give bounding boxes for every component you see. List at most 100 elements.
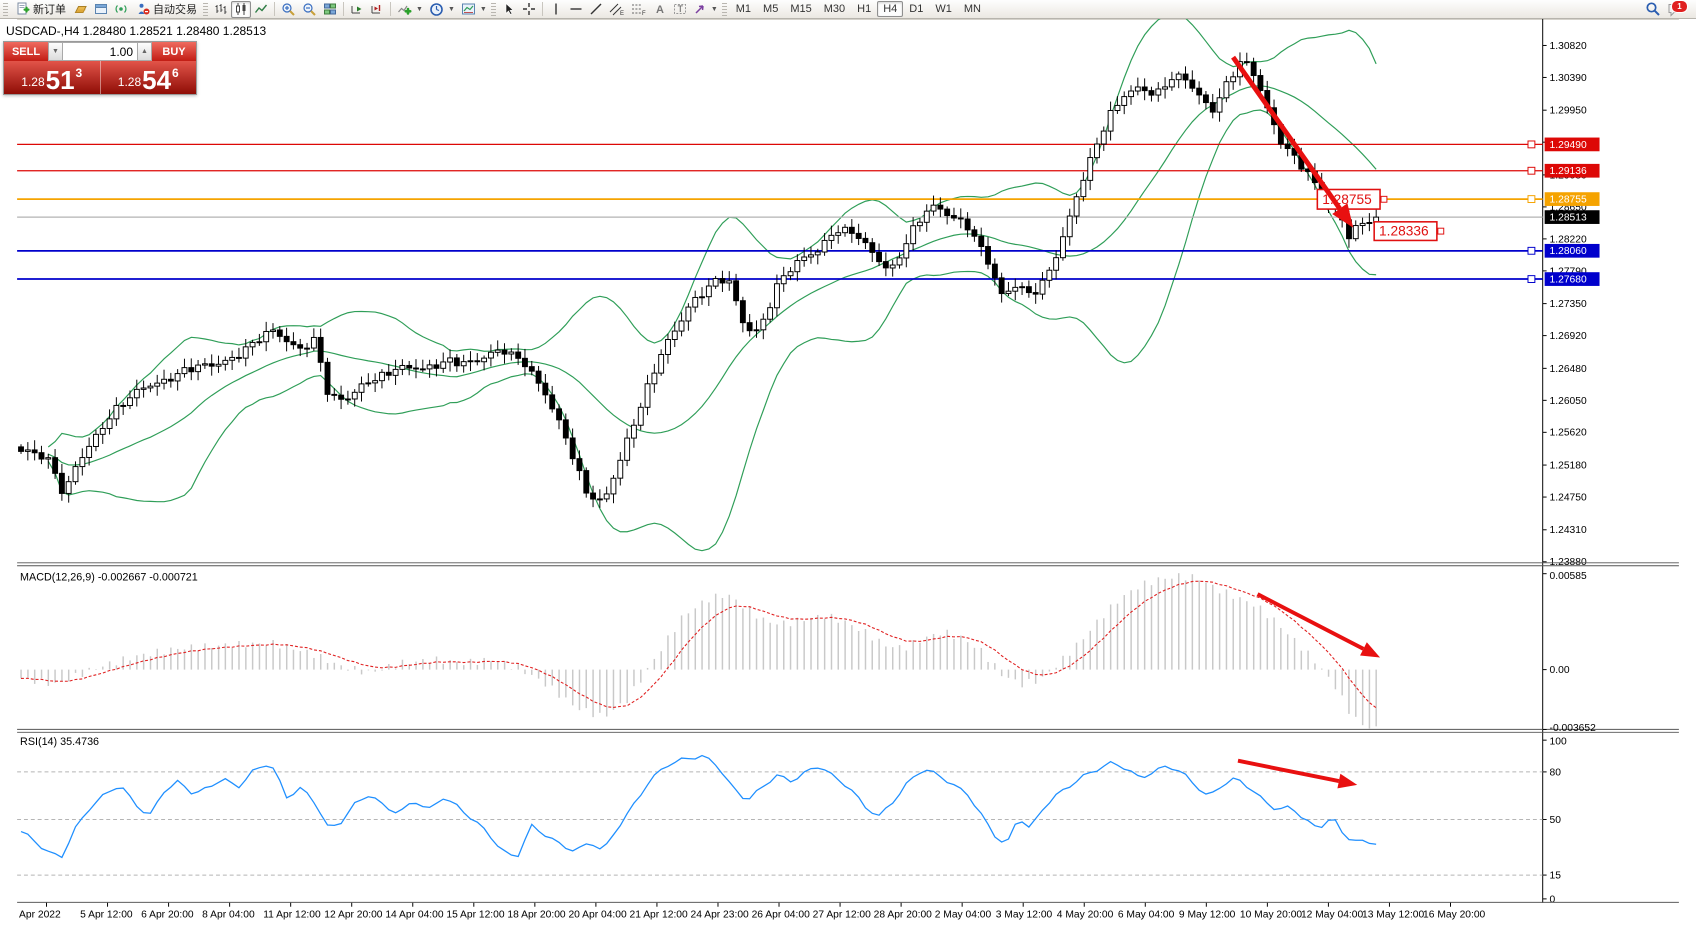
zoom-in-button[interactable] xyxy=(278,1,299,18)
text-label-button[interactable]: T xyxy=(670,1,690,18)
zoom-out-icon xyxy=(302,2,317,17)
text-label-icon: T xyxy=(673,2,687,16)
sell-price-prefix: 1.28 xyxy=(21,75,44,89)
arrows-button[interactable]: ▼ xyxy=(690,1,721,18)
price-axis-label: 1.26920 xyxy=(1550,331,1587,342)
annotation-handle[interactable] xyxy=(1438,228,1444,234)
sell-price-pip: 3 xyxy=(76,66,83,80)
timeframe-m5-button[interactable]: M5 xyxy=(757,1,784,17)
arrows-icon xyxy=(693,2,707,16)
candlestick-chart-button[interactable] xyxy=(231,1,251,18)
gold-button[interactable] xyxy=(71,1,91,18)
notifications-button[interactable]: 1 xyxy=(1664,1,1686,18)
vertical-line-button[interactable] xyxy=(546,1,566,18)
volume-increment-button[interactable]: ▲ xyxy=(137,42,152,61)
cursor-button[interactable] xyxy=(499,1,519,18)
sell-button[interactable]: SELL xyxy=(4,42,48,61)
timeframe-h1-button[interactable]: H1 xyxy=(851,1,877,17)
timeframe-m30-button[interactable]: M30 xyxy=(818,1,851,17)
line-handle[interactable] xyxy=(1528,167,1535,174)
date-axis-label: 6 Apr 20:00 xyxy=(141,910,194,921)
fibonacci-button[interactable]: F xyxy=(628,1,650,18)
timeframe-mn-button[interactable]: MN xyxy=(958,1,987,17)
indicators-add-icon xyxy=(397,2,412,16)
date-axis-label: 20 Apr 04:00 xyxy=(568,910,627,921)
line-handle[interactable] xyxy=(1528,141,1535,148)
date-axis-label: Apr 2022 xyxy=(19,910,61,921)
bars-chart-icon xyxy=(214,2,228,16)
date-axis-label: 16 May 20:00 xyxy=(1423,910,1485,921)
timeframe-m1-button[interactable]: M1 xyxy=(730,1,757,17)
zoom-out-button[interactable] xyxy=(299,1,320,18)
date-axis-label: 8 Apr 04:00 xyxy=(202,910,255,921)
date-axis-label: 13 May 12:00 xyxy=(1362,910,1424,921)
chart-window: 1.308201.303901.299501.295201.290801.286… xyxy=(0,19,1696,942)
trendline-button[interactable] xyxy=(586,1,606,18)
line-handle[interactable] xyxy=(1528,247,1535,254)
new-order-button[interactable]: 新订单 xyxy=(11,1,71,18)
bars-chart-button[interactable] xyxy=(211,1,231,18)
annotation-handle[interactable] xyxy=(1381,196,1387,202)
caret-down-icon: ▼ xyxy=(52,48,59,55)
date-axis-label: 14 Apr 04:00 xyxy=(385,910,444,921)
price-badge-label: 1.28755 xyxy=(1550,195,1587,206)
date-axis-label: 9 May 12:00 xyxy=(1179,910,1236,921)
price-badge-label: 1.28513 xyxy=(1550,213,1587,224)
rsi-axis-label: 80 xyxy=(1550,767,1562,778)
timeframe-d1-button[interactable]: D1 xyxy=(903,1,929,17)
toolbar-grip xyxy=(722,3,727,16)
chart-canvas[interactable]: 1.308201.303901.299501.295201.290801.286… xyxy=(0,19,1696,942)
market-window-button[interactable] xyxy=(91,1,111,18)
price-axis-label: 1.25180 xyxy=(1550,460,1587,471)
line-handle[interactable] xyxy=(1528,196,1535,203)
timeframe-w1-button[interactable]: W1 xyxy=(929,1,958,17)
price-badge-label: 1.29490 xyxy=(1550,140,1587,151)
volume-input[interactable] xyxy=(63,42,137,61)
equidistant-channel-button[interactable]: E xyxy=(606,1,628,18)
date-axis-label: 11 Apr 12:00 xyxy=(263,910,321,921)
buy-price[interactable]: 1.28546 xyxy=(101,61,197,94)
rsi-axis-label: 50 xyxy=(1550,815,1562,826)
zoom-in-icon xyxy=(281,2,296,17)
crosshair-button[interactable] xyxy=(519,1,539,18)
date-axis-label: 12 May 04:00 xyxy=(1301,910,1363,921)
date-axis-label: 12 Apr 20:00 xyxy=(324,910,383,921)
line-chart-button[interactable] xyxy=(251,1,271,18)
autotrading-button[interactable]: 自动交易 xyxy=(131,1,202,18)
price-axis-label: 1.29950 xyxy=(1550,106,1587,117)
fibonacci-icon: F xyxy=(631,2,647,16)
sell-price[interactable]: 1.28513 xyxy=(4,61,100,94)
auto-scroll-button[interactable] xyxy=(347,1,367,18)
candlestick-chart-icon xyxy=(234,2,248,16)
buy-button[interactable]: BUY xyxy=(152,42,196,61)
chart-shift-button[interactable] xyxy=(367,1,387,18)
sell-price-big: 51 xyxy=(46,68,75,92)
gold-icon xyxy=(74,2,88,16)
price-axis-label: 1.26050 xyxy=(1550,396,1587,407)
equidistant-channel-icon: E xyxy=(609,2,625,16)
caret-up-icon: ▲ xyxy=(141,48,148,55)
signals-button[interactable] xyxy=(111,1,131,18)
horizontal-line-button[interactable] xyxy=(566,1,586,18)
search-button[interactable] xyxy=(1642,1,1664,18)
timeframe-m15-button[interactable]: M15 xyxy=(784,1,817,17)
dropdown-caret-icon: ▼ xyxy=(480,6,487,13)
notification-badge: 1 xyxy=(1671,0,1688,13)
macd-axis-label: 0.00 xyxy=(1550,665,1570,676)
date-axis-label: 5 Apr 12:00 xyxy=(80,910,133,921)
date-axis-label: 15 Apr 12:00 xyxy=(446,910,505,921)
periods-clock-button[interactable]: ▼ xyxy=(426,1,458,18)
rsi-axis-label: 15 xyxy=(1550,871,1562,882)
signals-icon xyxy=(114,2,128,16)
periods-clock-icon xyxy=(429,2,444,17)
timeframe-h4-button[interactable]: H4 xyxy=(877,1,903,17)
line-handle[interactable] xyxy=(1528,276,1535,283)
price-axis-label: 1.30820 xyxy=(1550,41,1587,52)
new-order-icon xyxy=(16,2,30,16)
templates-button[interactable]: ▼ xyxy=(458,1,490,18)
indicators-add-button[interactable]: ▼ xyxy=(394,1,426,18)
text-button[interactable]: A xyxy=(650,1,670,18)
dropdown-caret-icon: ▼ xyxy=(711,6,718,13)
volume-decrement-button[interactable]: ▼ xyxy=(48,42,63,61)
tile-windows-button[interactable] xyxy=(320,1,340,18)
